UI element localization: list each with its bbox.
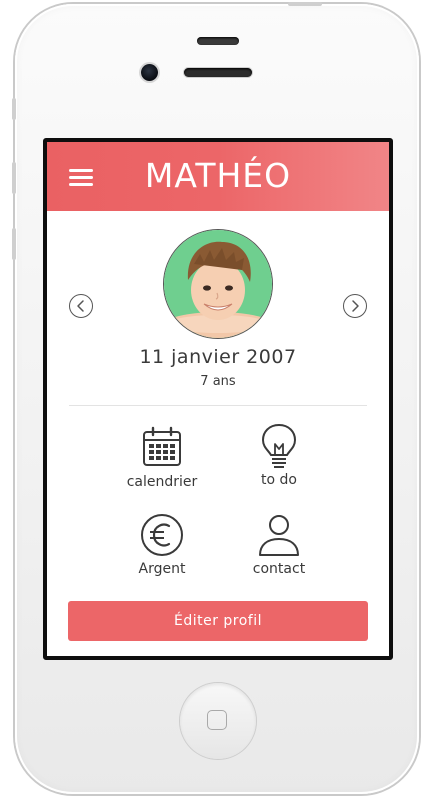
- age-text: 7 ans: [200, 374, 236, 389]
- todo-tile[interactable]: to do: [219, 422, 339, 488]
- avatar: [163, 229, 273, 339]
- calendar-label: calendrier: [126, 474, 198, 490]
- money-tile[interactable]: Argent: [102, 513, 222, 577]
- edit-profile-button[interactable]: Éditer profil: [68, 601, 368, 641]
- contact-tile[interactable]: contact: [219, 513, 339, 577]
- lightbulb-icon: [261, 423, 297, 468]
- contact-label: contact: [252, 561, 306, 577]
- earpiece: [197, 37, 239, 45]
- mute-switch: [12, 98, 16, 120]
- money-label: Argent: [138, 561, 186, 577]
- child-portrait-image: [164, 230, 272, 338]
- todo-label: to do: [261, 472, 297, 488]
- divider: [69, 405, 367, 406]
- volume-down-button: [12, 228, 16, 260]
- euro-icon: [141, 514, 183, 556]
- chevron-left-icon: [77, 300, 84, 312]
- person-icon: [259, 515, 299, 556]
- chevron-right-icon: [352, 300, 359, 312]
- next-arrow-button[interactable]: [343, 294, 367, 318]
- power-button: [288, 2, 322, 6]
- front-camera: [141, 64, 158, 81]
- home-button[interactable]: [180, 683, 256, 759]
- device-mockup: MATHÉO 11 janvier 2007 7 ans calendrier …: [0, 0, 435, 800]
- home-square-icon: [207, 710, 227, 730]
- app-header: MATHÉO: [47, 142, 389, 211]
- calendar-icon: [143, 426, 181, 466]
- volume-up-button: [12, 162, 16, 194]
- calendar-tile[interactable]: calendrier: [102, 426, 222, 490]
- page-title: MATHÉO: [144, 156, 292, 195]
- speaker-grille: [184, 68, 252, 77]
- app-screen: MATHÉO 11 janvier 2007 7 ans calendrier …: [43, 138, 393, 660]
- birthdate-text: 11 janvier 2007: [139, 346, 297, 368]
- previous-arrow-button[interactable]: [69, 294, 93, 318]
